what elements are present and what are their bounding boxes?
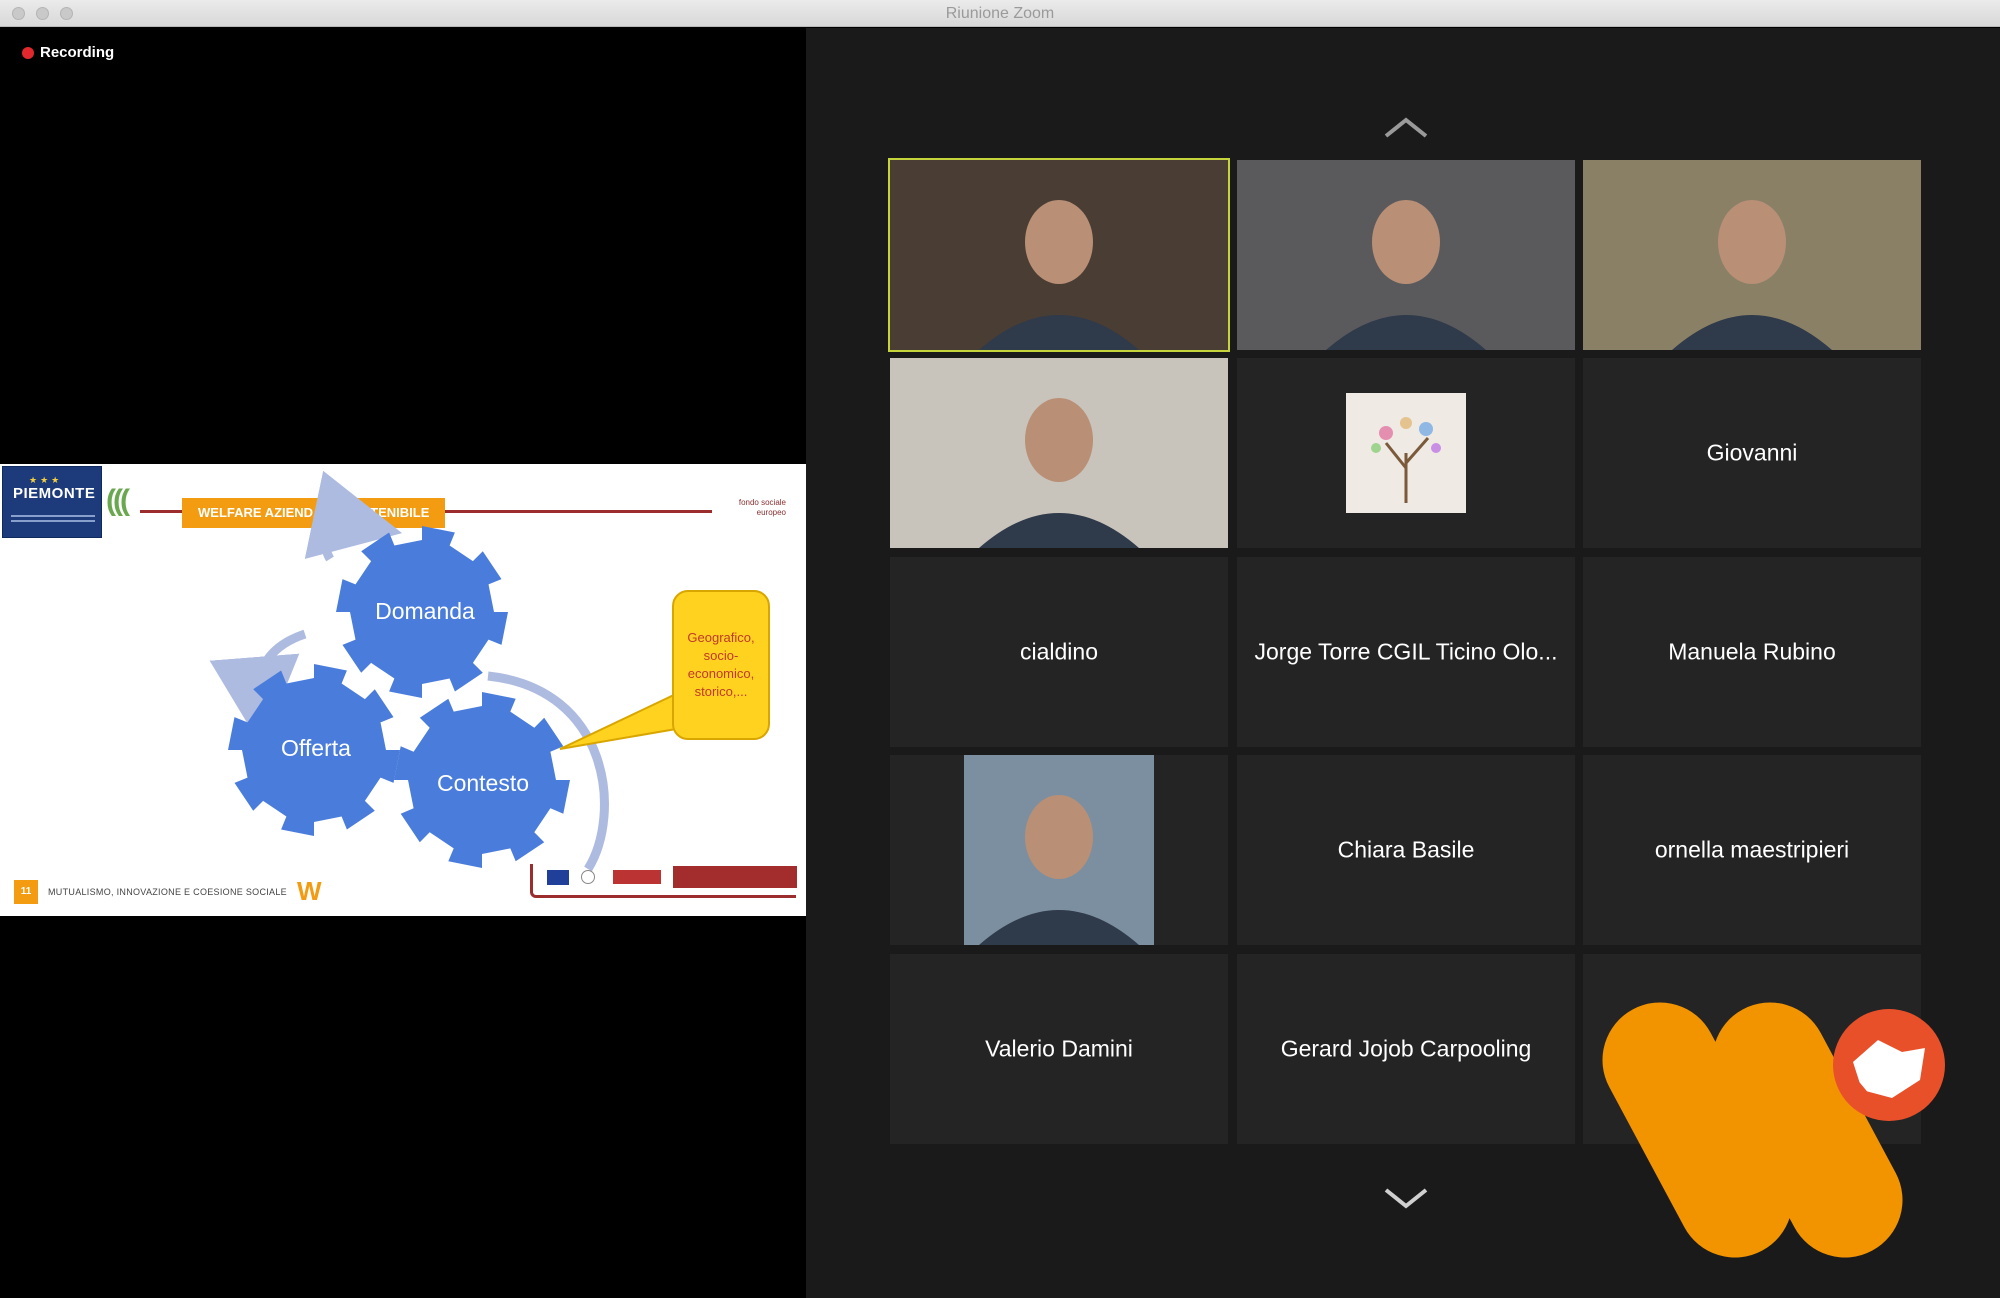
participant-name: Stefano Motto	[1680, 1035, 1824, 1062]
arrow-domanda-loop	[304, 470, 403, 562]
participant-video	[1583, 160, 1921, 350]
participant-video	[890, 358, 1228, 548]
participant-tile[interactable]: cialdino	[890, 557, 1228, 747]
participant-tile[interactable]	[1237, 160, 1575, 350]
sponsor-box	[673, 866, 797, 888]
participant-tile[interactable]: Stefano Motto	[1583, 954, 1921, 1144]
participant-tile[interactable]: Jorge Torre CGIL Ticino Olo...	[1237, 557, 1575, 747]
participant-tile[interactable]	[890, 358, 1228, 548]
participant-gallery: Giovanni cialdino Jorge Torre CGIL Ticino …	[806, 28, 2000, 1298]
slide-footer: 11 MUTUALISMO, INNOVAZIONE E COESIONE SO…	[14, 876, 322, 907]
participant-video	[964, 755, 1154, 945]
slide-page-number: 11	[14, 879, 38, 904]
context-bubble-text: Geografico, socio-economico, storico,...	[687, 630, 755, 699]
participant-name: ornella maestripieri	[1654, 836, 1850, 863]
participant-avatar	[1346, 393, 1466, 513]
participant-name: Manuela Rubino	[1668, 638, 1836, 665]
participant-tile[interactable]	[890, 755, 1228, 945]
participant-name: cialdino	[1020, 638, 1098, 665]
slide-footer-text: MUTUALISMO, INNOVAZIONE E COESIONE SOCIA…	[48, 886, 287, 897]
participant-tile[interactable]: Manuela Rubino	[1583, 557, 1921, 747]
tree-avatar-icon	[1371, 417, 1441, 503]
participant-tile[interactable]	[1237, 358, 1575, 548]
participant-tile[interactable]: Valerio Damini	[890, 954, 1228, 1144]
eu-flag-icon	[547, 870, 569, 885]
window-title: Riunione Zoom	[945, 5, 1055, 22]
italy-emblem-icon	[581, 870, 595, 884]
participant-tile[interactable]: Gerard Jojob Carpooling	[1237, 954, 1575, 1144]
regione-piemonte-icon	[613, 870, 661, 884]
screen-share-area: Recording ★★★ PIEMONTE ((( WELFARE AZIEN…	[0, 28, 806, 1298]
participant-tile[interactable]: Chiara Basile	[1237, 755, 1575, 945]
sponsor-logos	[530, 864, 797, 898]
gear-label-domanda: Domanda	[375, 598, 475, 624]
recording-label: Recording	[40, 44, 115, 61]
participant-name: Valerio Damini	[985, 1035, 1133, 1062]
window-titlebar: Riunione Zoom	[0, 0, 2000, 27]
chevron-down-icon[interactable]	[1384, 1188, 1428, 1210]
w-logo-icon: W	[296, 876, 322, 906]
participant-tile[interactable]	[1583, 160, 1921, 350]
context-bubble: Geografico, socio-economico, storico,...	[672, 590, 770, 740]
participant-video	[1237, 160, 1575, 350]
participant-video	[890, 160, 1228, 350]
chevron-up-icon[interactable]	[1384, 116, 1428, 138]
gear-label-contesto: Contesto	[436, 770, 530, 796]
participant-tile[interactable]: Giovanni	[1583, 358, 1921, 548]
participant-name: Jorge Torre CGIL Ticino Olo...	[1254, 638, 1558, 665]
shared-slide: ★★★ PIEMONTE ((( WELFARE AZIENDALE SOSTE…	[0, 464, 806, 916]
recording-dot-icon	[22, 46, 34, 59]
participant-tile[interactable]: ornella maestripieri	[1583, 755, 1921, 945]
participant-name: Giovanni	[1706, 439, 1798, 466]
participant-tile[interactable]	[888, 158, 1230, 352]
participant-name: Chiara Basile	[1337, 836, 1475, 863]
participant-name: Gerard Jojob Carpooling	[1280, 1035, 1532, 1062]
recording-indicator[interactable]: Recording	[22, 44, 114, 61]
gear-label-offerta: Offerta	[281, 735, 351, 761]
